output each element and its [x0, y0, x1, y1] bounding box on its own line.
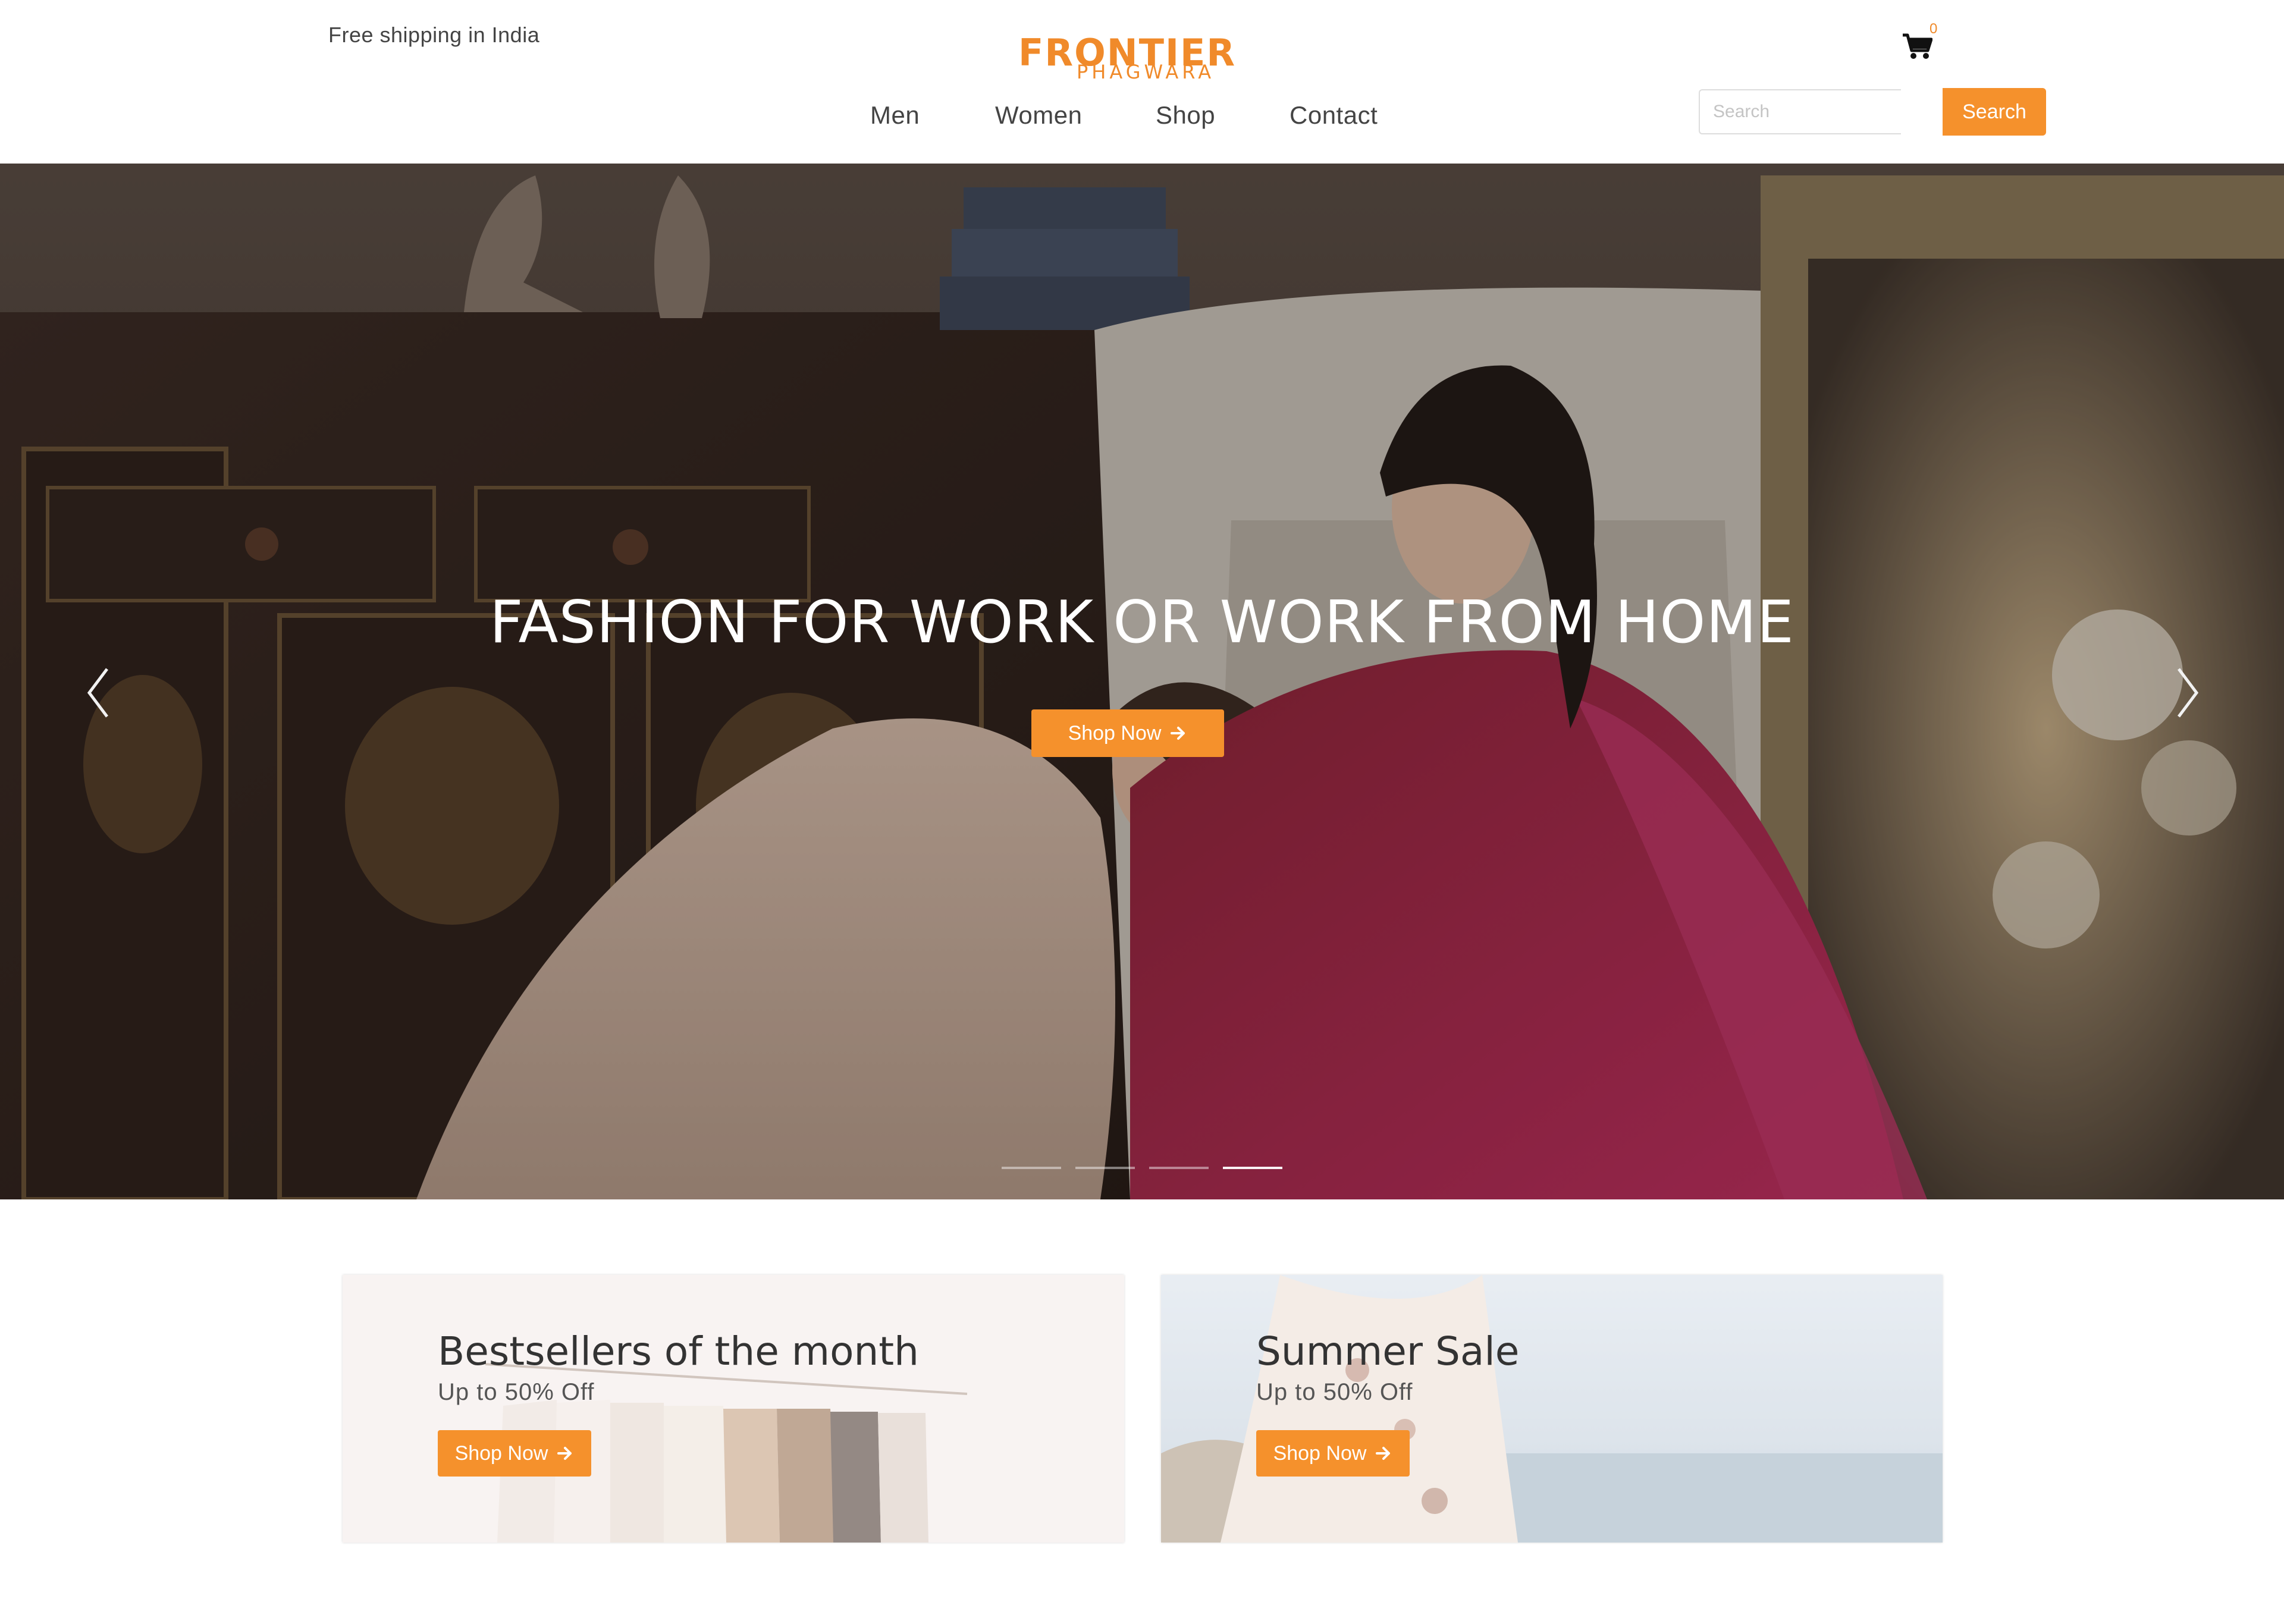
arrow-right-icon — [557, 1447, 572, 1460]
site-header: Free shipping in India FRONTIER PHAGWARA… — [0, 0, 2284, 164]
promo-shop-now-label: Shop Now — [454, 1441, 548, 1465]
carousel-indicator-4[interactable] — [1223, 1167, 1282, 1169]
cart-count-badge: 0 — [1930, 21, 1938, 37]
promo-subtitle: Up to 50% Off — [1256, 1379, 1413, 1405]
arrow-right-icon — [1376, 1447, 1391, 1460]
free-shipping-text: Free shipping in India — [328, 23, 540, 47]
carousel-indicator-3[interactable] — [1149, 1167, 1209, 1169]
promo-image-summer-sale — [1161, 1275, 1943, 1543]
carousel-indicator-2[interactable] — [1075, 1167, 1135, 1169]
search-input[interactable] — [1699, 89, 1901, 134]
main-nav: Men Women Shop Contact — [0, 101, 2284, 137]
hero-carousel: FASHION FOR WORK OR WORK FROM HOME Shop … — [0, 164, 2284, 1199]
promo-image-bestsellers — [343, 1275, 1124, 1543]
promo-shop-now-button[interactable]: Shop Now — [438, 1430, 591, 1477]
nav-men[interactable]: Men — [870, 101, 920, 130]
nav-contact[interactable]: Contact — [1290, 101, 1378, 130]
promo-subtitle: Up to 50% Off — [438, 1379, 595, 1405]
carousel-next-button[interactable] — [2170, 657, 2205, 728]
carousel-indicator-1[interactable] — [1002, 1167, 1061, 1169]
cart-icon[interactable] — [1902, 33, 1933, 60]
nav-shop[interactable]: Shop — [1156, 101, 1215, 130]
promo-card-bestsellers: Bestsellers of the month Up to 50% Off S… — [343, 1275, 1124, 1543]
nav-women[interactable]: Women — [995, 101, 1082, 130]
hero-headline: FASHION FOR WORK OR WORK FROM HOME — [490, 589, 1794, 656]
chevron-right-icon — [2178, 668, 2199, 718]
hero-shop-now-label: Shop Now — [1068, 721, 1162, 745]
promo-shop-now-label: Shop Now — [1273, 1441, 1367, 1465]
chevron-left-icon — [87, 668, 108, 718]
promo-card-summer-sale: Summer Sale Up to 50% Off Shop Now — [1161, 1275, 1943, 1543]
hero-shop-now-button[interactable]: Shop Now — [1031, 709, 1224, 757]
promo-title: Summer Sale — [1256, 1328, 1520, 1374]
promo-shop-now-button[interactable]: Shop Now — [1256, 1430, 1410, 1477]
promo-title: Bestsellers of the month — [438, 1328, 920, 1374]
logo-tagline: PHAGWARA — [1077, 61, 1215, 83]
hero-overlay — [0, 164, 2284, 1199]
arrow-right-icon — [1171, 727, 1185, 740]
site-logo[interactable]: FRONTIER PHAGWARA — [1018, 31, 1235, 84]
carousel-prev-button[interactable] — [80, 657, 116, 728]
carousel-indicators — [0, 1167, 2284, 1170]
search-button[interactable]: Search — [1943, 88, 2046, 136]
